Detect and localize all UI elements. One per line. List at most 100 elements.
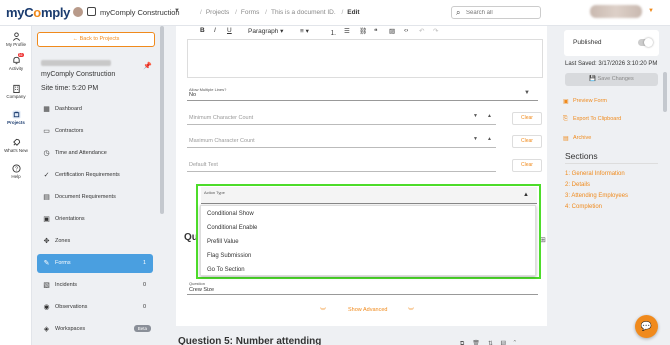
save-changes-button[interactable]: 💾 Save Changes (565, 73, 658, 86)
preview-icon: ▣ (563, 99, 569, 105)
show-advanced-label: Show Advanced (348, 307, 388, 313)
show-advanced-toggle[interactable]: ︾ Show Advanced ︾ (316, 306, 436, 316)
search-input[interactable] (466, 9, 538, 17)
archive-link[interactable]: ▤ Archive (560, 135, 660, 145)
delete-icon[interactable]: 🗑 (472, 341, 488, 345)
decrement-icon[interactable]: ▼ (473, 113, 478, 119)
project-name: myComply Construction (41, 71, 116, 78)
quote-icon[interactable]: ❝ (374, 27, 378, 35)
nav-dashboard[interactable]: ▦ Dashboard (37, 100, 153, 119)
move-icon[interactable]: ⇅ (488, 341, 501, 345)
default-text-input[interactable]: Default Text (187, 158, 496, 172)
breadcrumb: / Projects / Forms / This is a document ID.… (200, 9, 360, 16)
nav-incidents[interactable]: ▧ Incidents 0 (37, 276, 153, 295)
field-value: No (189, 92, 197, 98)
link-label: Archive (573, 135, 592, 141)
document-icon: ▤ (43, 194, 50, 201)
nav-document-requirements[interactable]: ▤ Document Requirements (37, 188, 153, 207)
chevron-down-icon[interactable]: ▼ (648, 8, 654, 14)
section-link-4[interactable]: 4: Completion (565, 204, 602, 210)
published-toggle[interactable] (638, 38, 653, 47)
decrement-icon[interactable]: ▼ (473, 136, 478, 142)
rail-company[interactable]: Company (0, 84, 32, 99)
field-label: Action Type (204, 190, 225, 195)
back-to-projects-button[interactable]: ← Back to Projects (37, 32, 155, 47)
redo-icon[interactable]: ↷ (433, 27, 438, 35)
nav-observations[interactable]: ◉ Observations 0 (37, 298, 153, 317)
sidebar-scrollbar[interactable] (160, 26, 164, 214)
min-character-count-input[interactable]: Minimum Character Count ▼ ▲ (187, 111, 496, 125)
pin-icon[interactable]: 📌 (143, 62, 152, 70)
nav-certification-requirements[interactable]: ✓ Certification Requirements (37, 166, 153, 185)
question-text-editor[interactable] (187, 39, 543, 78)
breadcrumb-forms[interactable]: Forms (241, 9, 259, 16)
align-icon[interactable]: ≡ ▾ (300, 27, 309, 35)
section-link-2[interactable]: 2: Details (565, 182, 590, 188)
option-flag-submission[interactable]: Flag Submission (207, 253, 251, 259)
chat-bubble-icon[interactable]: 💬 (635, 315, 658, 338)
section-link-1[interactable]: 1: General Information (565, 171, 625, 177)
field-placeholder: Minimum Character Count (189, 115, 254, 121)
option-go-to-section[interactable]: Go To Section (207, 267, 245, 273)
zones-icon: ✥ (43, 238, 50, 245)
rail-projects[interactable]: Projects (0, 110, 32, 125)
dashboard-icon: ▦ (43, 106, 50, 113)
link-icon[interactable]: ⛓ (359, 27, 367, 35)
nav-workspaces[interactable]: ◈ Workspaces Beta (37, 320, 153, 339)
rail-help[interactable]: ? Help (0, 164, 32, 179)
rail-my-profile[interactable]: My Profile (0, 32, 32, 47)
app-logo[interactable]: myComply (6, 5, 70, 20)
image-icon[interactable]: ▨ (501, 341, 514, 345)
help-icon: ? (11, 164, 21, 173)
user-menu[interactable] (590, 5, 642, 18)
nav-forms[interactable]: ✎ Forms 1 (37, 254, 153, 273)
rail-whats-new[interactable]: What's New (0, 138, 32, 153)
option-prefill-value[interactable]: Prefill Value (207, 239, 239, 245)
page-scrollbar[interactable] (663, 72, 667, 112)
bold-icon[interactable]: B (200, 27, 205, 34)
nav-zones[interactable]: ✥ Zones (37, 232, 153, 251)
list-bulleted-icon[interactable]: ☰ (344, 27, 350, 35)
clear-max-button[interactable]: Clear (512, 135, 542, 148)
max-character-count-input[interactable]: Maximum Character Count ▼ ▲ (187, 134, 496, 148)
increment-icon[interactable]: ▲ (487, 136, 492, 142)
field-placeholder: Maximum Character Count (189, 138, 255, 144)
image-icon[interactable]: ▨ (389, 27, 395, 35)
undo-icon[interactable]: ↶ (419, 27, 424, 35)
nav-time-attendance[interactable]: ◷ Time and Attendance (37, 144, 153, 163)
breadcrumb-projects[interactable]: Projects (206, 9, 229, 16)
list-numbered-icon[interactable]: ⒈ (330, 27, 337, 37)
clear-min-button[interactable]: Clear (512, 112, 542, 125)
option-conditional-enable[interactable]: Conditional Enable (207, 225, 257, 231)
question-5-actions: ⧉🗑⇅▨⌃ (460, 340, 524, 345)
underline-icon[interactable]: U (227, 27, 232, 34)
breadcrumb-document[interactable]: This is a document ID. (271, 9, 336, 16)
export-clipboard-link[interactable]: ⎘ Export To Clipboard (560, 116, 660, 126)
nav-count: 1 (142, 260, 146, 266)
nav-label: Document Requirements (55, 194, 116, 200)
option-conditional-show[interactable]: Conditional Show (207, 211, 254, 217)
crew-size-field[interactable]: Question Crew Size (187, 279, 538, 295)
rocket-icon (12, 138, 20, 146)
increment-icon[interactable]: ▲ (487, 113, 492, 119)
preview-form-link[interactable]: ▣ Preview Form (560, 98, 660, 108)
code-icon[interactable]: ‹› (404, 27, 408, 34)
caret-down-icon[interactable]: ▼ (174, 8, 180, 14)
action-type-select[interactable]: Action Type ▲ (201, 187, 537, 204)
duplicate-icon[interactable]: ⧉ (460, 341, 472, 345)
nav-orientations[interactable]: ▣ Orientations (37, 210, 153, 229)
projects-icon (11, 110, 21, 119)
allow-multiple-lines-select[interactable]: Allow Multiple Lines? No ▼ (187, 87, 538, 101)
search-box[interactable]: ⌕ (451, 6, 541, 19)
paragraph-select[interactable]: Paragraph ▾ (248, 27, 283, 35)
building-icon (12, 84, 20, 93)
nav-contractors[interactable]: ▭ Contractors (37, 122, 153, 141)
section-link-3[interactable]: 3: Attending Employees (565, 193, 628, 199)
clear-default-button[interactable]: Clear (512, 159, 542, 172)
field-value: Crew Size (189, 287, 215, 293)
italic-icon[interactable]: I (214, 27, 216, 34)
org-name[interactable]: myComply Construction (100, 8, 180, 17)
expand-icon[interactable]: ⌃ (513, 341, 524, 345)
rail-activity[interactable]: 16 Activity (0, 53, 32, 71)
org-avatar[interactable] (73, 7, 83, 17)
